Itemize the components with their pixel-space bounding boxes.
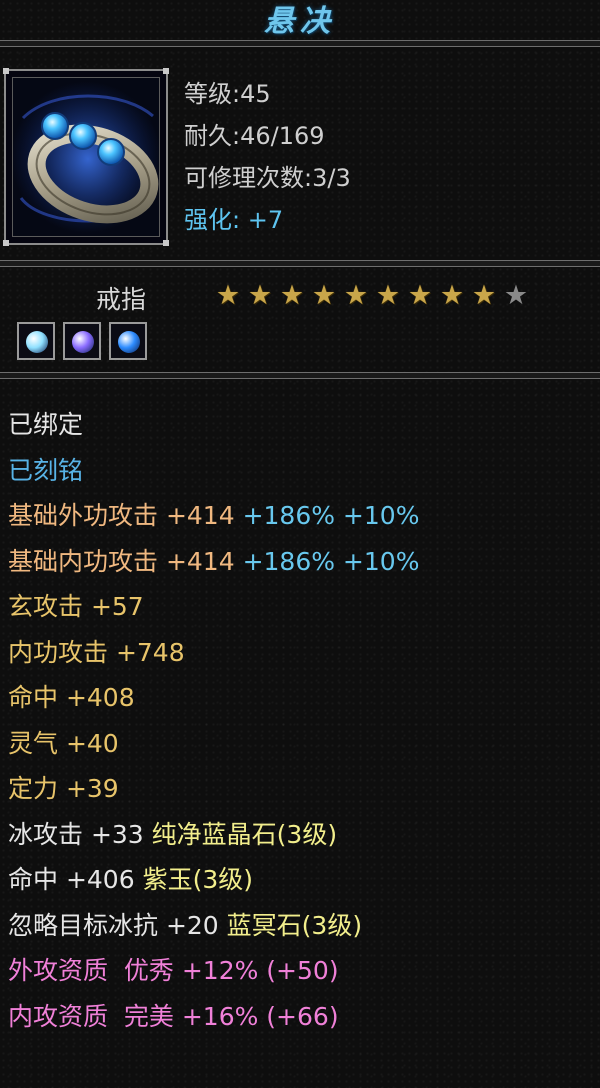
attribute-line: 内功攻击 +748: [8, 633, 185, 673]
attribute-text: 纯净蓝晶石(3级): [151, 819, 338, 849]
attribute-text: 冰攻击 +33: [8, 819, 152, 849]
enhance-row: 强化: +7: [184, 206, 283, 234]
attribute-text: 忽略目标冰抗 +20: [8, 910, 227, 940]
gem-socket-3-icon[interactable]: [109, 322, 147, 360]
attribute-line: 命中 +408: [8, 678, 135, 718]
item-type-label: 戒指: [96, 285, 147, 314]
gem-socket-2-icon[interactable]: [63, 322, 101, 360]
attribute-text: 内攻资质 完美 +16% (+66): [8, 1001, 339, 1031]
star-filled-icon: ★: [279, 280, 305, 311]
attribute-text: 已刻铭: [8, 455, 84, 485]
gem-socket-1-icon[interactable]: [17, 322, 55, 360]
attribute-text: +186% +10%: [242, 501, 420, 530]
attribute-text: 内功攻击 +748: [8, 637, 185, 667]
attribute-text: 外攻资质 优秀 +12% (+50): [8, 956, 339, 985]
ring-icon: [12, 77, 160, 237]
star-filled-icon: ★: [439, 280, 465, 311]
star-filled-icon: ★: [407, 280, 433, 311]
attribute-line: 玄攻击 +57: [8, 587, 144, 627]
divider: [0, 372, 600, 379]
divider: [0, 260, 600, 267]
star-filled-icon: ★: [343, 280, 369, 311]
enhance-value: +7: [247, 206, 284, 234]
star-filled-icon: ★: [247, 280, 273, 311]
attribute-text: 定力 +39: [8, 774, 119, 803]
star-empty-icon: ★: [503, 280, 529, 311]
star-filled-icon: ★: [375, 280, 401, 311]
attribute-text: 玄攻击 +57: [8, 592, 144, 621]
attribute-line: 内攻资质 完美 +16% (+66): [8, 997, 339, 1037]
attribute-line: 已绑定: [8, 405, 83, 445]
attribute-line: 基础内功攻击 +414 +186% +10%: [8, 542, 419, 582]
attribute-line: 外攻资质 优秀 +12% (+50): [8, 951, 339, 991]
repair-count-text: 可修理次数:3/3: [184, 164, 351, 192]
attribute-text: 基础内功攻击 +414: [8, 546, 243, 576]
item-name: 悬决: [264, 4, 336, 39]
attribute-line: 冰攻击 +33 纯净蓝晶石(3级): [8, 815, 337, 855]
enhance-label: 强化:: [184, 206, 241, 234]
star-filled-icon: ★: [215, 280, 241, 311]
star-rating: ★ ★ ★ ★ ★ ★ ★ ★ ★ ★: [212, 281, 532, 311]
attribute-text: +186% +10%: [242, 546, 420, 576]
item-icon-frame[interactable]: [3, 68, 169, 246]
attribute-text: 紫玉(3级): [142, 865, 253, 894]
attribute-line: 命中 +406 紫玉(3级): [8, 860, 253, 900]
divider: [0, 40, 600, 47]
attribute-text: 已绑定: [8, 410, 84, 439]
star-filled-icon: ★: [471, 280, 497, 311]
attribute-text: 灵气 +40: [8, 728, 119, 758]
level-text: 等级:45: [184, 80, 271, 108]
attribute-line: 基础外功攻击 +414 +186% +10%: [8, 496, 419, 536]
attribute-line: 灵气 +40: [8, 724, 119, 764]
star-filled-icon: ★: [311, 280, 337, 311]
durability-text: 耐久:46/169: [184, 122, 325, 150]
attribute-text: 命中 +408: [8, 683, 135, 712]
gem-sockets: [17, 322, 147, 360]
attribute-line: 忽略目标冰抗 +20 蓝冥石(3级): [8, 906, 362, 946]
attribute-text: 基础外功攻击 +414: [8, 501, 243, 530]
attribute-text: 命中 +406: [8, 865, 143, 894]
attribute-line: 定力 +39: [8, 769, 119, 809]
attribute-line: 已刻铭: [8, 451, 83, 491]
attribute-text: 蓝冥石(3级): [226, 910, 363, 940]
